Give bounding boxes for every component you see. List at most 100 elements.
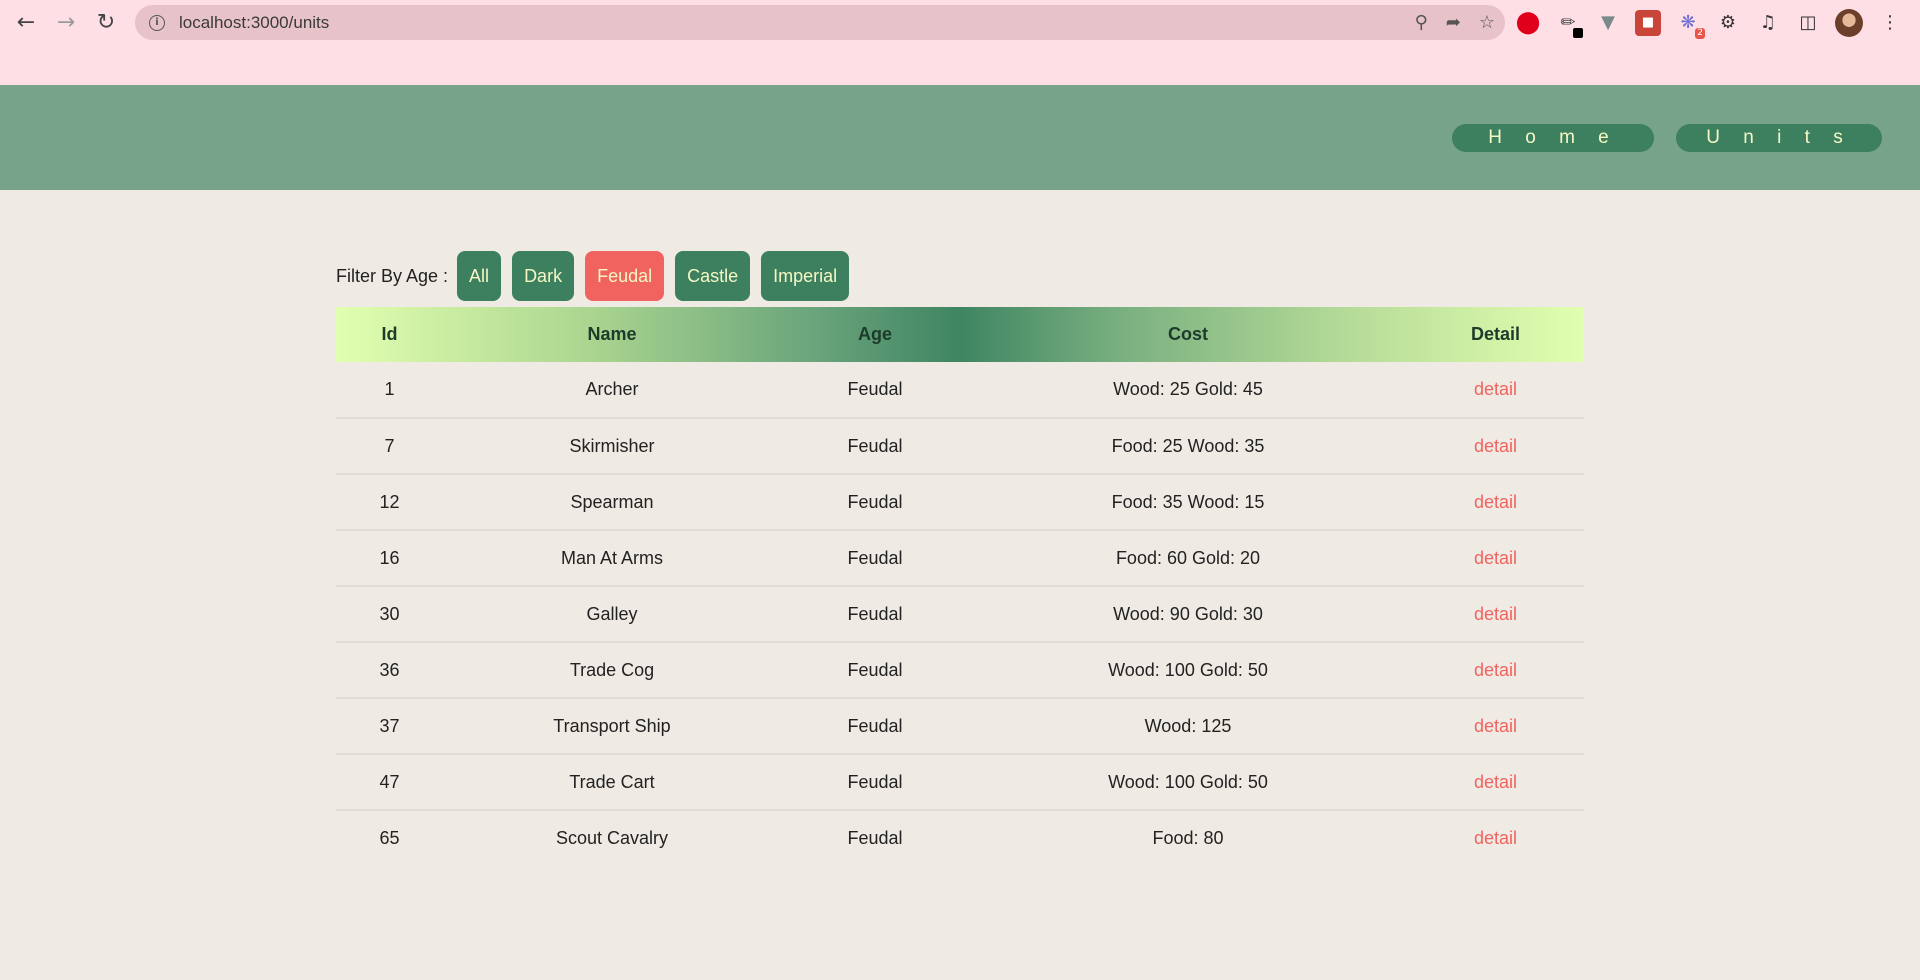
detail-link[interactable]: detail xyxy=(1474,716,1517,736)
cell-cost: Food: 80 xyxy=(1152,828,1224,848)
cell-age: Feudal xyxy=(781,418,969,475)
table-row: 12 Spearman Feudal Food: 35 Wood: 15 det… xyxy=(336,474,1584,531)
opera-adblock-icon[interactable]: ⬤ xyxy=(1515,10,1541,36)
table-row: 16 Man At Arms Feudal Food: 60 Gold: 20 … xyxy=(336,530,1584,587)
cell-age: Feudal xyxy=(781,754,969,811)
cell-id: 30 xyxy=(336,586,443,643)
cell-id: 12 xyxy=(336,474,443,531)
cell-id: 65 xyxy=(379,828,400,848)
detail-link[interactable]: detail xyxy=(1474,660,1517,680)
site-info-icon[interactable]: i xyxy=(149,14,165,31)
site-header: H o m e U n i t s xyxy=(0,85,1920,190)
cell-detail: detail xyxy=(1407,530,1584,587)
nav-units-link[interactable]: U n i t s xyxy=(1676,124,1882,152)
cell-name: Trade Cart xyxy=(443,754,781,811)
zoom-icon[interactable]: ⚲ xyxy=(1415,12,1428,33)
detail-link[interactable]: detail xyxy=(1474,379,1517,399)
extension-badge: 2 xyxy=(1695,27,1705,39)
table-row: 30 Galley Feudal Wood: 90 Gold: 30 detai… xyxy=(336,586,1584,643)
table-row: 7 Skirmisher Feudal Food: 25 Wood: 35 de… xyxy=(336,418,1584,475)
forward-arrow-icon[interactable]: → xyxy=(46,0,86,44)
cell-cost: Wood: 25 Gold: 45 xyxy=(969,362,1407,419)
header-row: Id Name Age Cost Detail xyxy=(336,307,1584,362)
cell-cost: Food: 25 Wood: 35 xyxy=(969,418,1407,475)
share-icon[interactable]: ➦ xyxy=(1446,12,1461,33)
back-arrow-icon[interactable]: ← xyxy=(6,0,46,44)
filter-imperial-button[interactable]: Imperial xyxy=(761,251,850,301)
reload-icon[interactable]: ↻ xyxy=(86,0,126,44)
cell-detail: detail xyxy=(1407,586,1584,643)
color-picker-icon[interactable]: ✏ xyxy=(1555,10,1583,38)
cell-age: Feudal xyxy=(781,362,969,419)
bookmark-star-icon[interactable]: ☆ xyxy=(1479,12,1495,33)
header-name: Name xyxy=(587,324,637,344)
cell-name: Scout Cavalry xyxy=(555,828,669,848)
cell-detail: detail xyxy=(1407,362,1584,419)
omnibox-actions: ⚲ ➦ ☆ xyxy=(1415,5,1495,40)
cell-name: Skirmisher xyxy=(443,418,781,475)
media-icon[interactable]: ♫ xyxy=(1755,10,1781,36)
cell-age: Feudal xyxy=(781,698,969,755)
menu-kebab-icon[interactable]: ⋮ xyxy=(1877,10,1903,36)
address-bar[interactable]: i localhost:3000/units ⚲ ➦ ☆ xyxy=(135,5,1505,40)
detail-link[interactable]: detail xyxy=(1474,548,1517,568)
cell-id: 7 xyxy=(336,418,443,475)
cell-age: Feudal xyxy=(781,474,969,531)
vue-devtools-icon[interactable]: ▼ xyxy=(1595,10,1621,36)
filter-dark-button[interactable]: Dark xyxy=(512,251,575,301)
cell-detail: detail xyxy=(1407,754,1584,811)
header-detail: Detail xyxy=(1470,324,1521,344)
header-id: Id xyxy=(381,324,398,344)
table-row: 36 Trade Cog Feudal Wood: 100 Gold: 50 d… xyxy=(336,642,1584,699)
filter-feudal-button[interactable]: Feudal xyxy=(585,251,665,301)
cell-name: Transport Ship xyxy=(443,698,781,755)
cell-id: 47 xyxy=(336,754,443,811)
cell-id: 36 xyxy=(336,642,443,699)
cell-id: 1 xyxy=(336,362,443,419)
filter-castle-button[interactable]: Castle xyxy=(675,251,751,301)
units-table: Id Name Age Cost Detail 1 Archer Feudal … xyxy=(336,307,1584,866)
cell-id: 16 xyxy=(336,530,443,587)
cell-age: Feudal xyxy=(847,828,903,848)
main-nav: H o m e U n i t s xyxy=(1452,124,1882,152)
cell-name: Archer xyxy=(443,362,781,419)
cell-cost: Wood: 90 Gold: 30 xyxy=(969,586,1407,643)
url-text[interactable]: localhost:3000/units xyxy=(179,13,329,33)
header-age: Age xyxy=(857,324,892,344)
filter-all-button[interactable]: All xyxy=(457,251,502,301)
red-extension-icon[interactable]: ■ xyxy=(1635,9,1661,36)
cell-detail: detail xyxy=(1407,698,1584,755)
table-body: 1 Archer Feudal Wood: 25 Gold: 45 detail… xyxy=(336,362,1584,866)
cell-age: Feudal xyxy=(781,586,969,643)
nav-home-link[interactable]: H o m e xyxy=(1452,124,1654,152)
table-row: 37 Transport Ship Feudal Wood: 125 detai… xyxy=(336,698,1584,755)
cell-cost: Food: 60 Gold: 20 xyxy=(969,530,1407,587)
detail-link[interactable]: detail xyxy=(1474,828,1517,848)
side-panel-icon[interactable]: ◫ xyxy=(1795,10,1821,36)
table-row: 47 Trade Cart Feudal Wood: 100 Gold: 50 … xyxy=(336,754,1584,811)
extensions-area: ⬤ ✏ ▼ ■ ❋ 2 ⚙ ♫ ◫ ⋮ xyxy=(1515,5,1903,40)
table-row: 1 Archer Feudal Wood: 25 Gold: 45 detail xyxy=(336,362,1584,419)
header-cost: Cost xyxy=(1168,324,1208,344)
cell-cost: Wood: 100 Gold: 50 xyxy=(969,642,1407,699)
profile-avatar[interactable] xyxy=(1835,8,1863,37)
puzzle-icon[interactable]: ⚙ xyxy=(1715,10,1741,36)
cell-cost: Wood: 100 Gold: 50 xyxy=(969,754,1407,811)
cell-detail: detail xyxy=(1407,474,1584,531)
detail-link[interactable]: detail xyxy=(1474,604,1517,624)
cell-detail: detail xyxy=(1407,810,1584,866)
detail-link[interactable]: detail xyxy=(1474,492,1517,512)
cell-name: Man At Arms xyxy=(443,530,781,587)
browser-chrome: ← → ↻ i localhost:3000/units ⚲ ➦ ☆ ⬤ ✏ ▼… xyxy=(0,0,1920,85)
cell-cost: Food: 35 Wood: 15 xyxy=(969,474,1407,531)
sparkle-extension-icon[interactable]: ❋ 2 xyxy=(1675,10,1705,39)
detail-link[interactable]: detail xyxy=(1474,436,1517,456)
extension-badge-dot xyxy=(1573,27,1583,38)
detail-link[interactable]: detail xyxy=(1474,772,1517,792)
cell-detail: detail xyxy=(1407,418,1584,475)
cell-name: Trade Cog xyxy=(443,642,781,699)
table-header: Id Name Age Cost Detail xyxy=(336,307,1584,362)
table-row: 65 Scout Cavalry Feudal Food: 80 detail xyxy=(336,810,1584,866)
cell-age: Feudal xyxy=(781,642,969,699)
cell-name: Galley xyxy=(443,586,781,643)
